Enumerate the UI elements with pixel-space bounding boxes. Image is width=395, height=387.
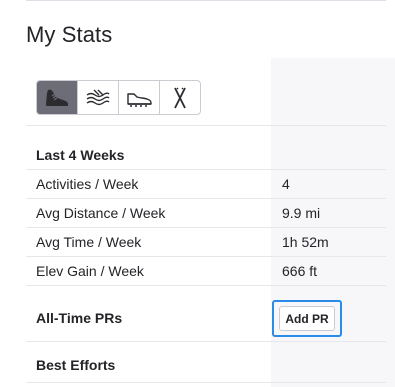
sport-tab-ski[interactable] [160, 81, 200, 114]
run-shoe-icon [46, 89, 68, 106]
stat-value-avg-time: 1h 52m [282, 234, 329, 250]
divider [26, 285, 386, 286]
sport-tab-ride[interactable] [119, 81, 160, 114]
stat-label-activities: Activities / Week [36, 176, 139, 192]
ski-icon [174, 87, 186, 108]
top-divider [26, 0, 386, 1]
ride-shoe-icon [127, 92, 152, 107]
divider [26, 169, 386, 170]
value-column-background [271, 58, 395, 387]
page-title: My Stats [26, 22, 113, 47]
divider [26, 341, 386, 342]
stat-value-avg-distance: 9.9 mi [282, 205, 321, 221]
stat-label-avg-distance: Avg Distance / Week [36, 205, 166, 221]
stat-label-avg-time: Avg Time / Week [36, 234, 142, 250]
stat-label-elev-gain: Elev Gain / Week [36, 263, 144, 279]
divider [26, 125, 386, 126]
divider [26, 382, 386, 383]
section-heading-all-time-prs: All-Time PRs [36, 310, 123, 326]
section-heading-last-4-weeks: Last 4 Weeks [36, 147, 125, 163]
divider [26, 198, 386, 199]
stat-value-activities: 4 [282, 176, 290, 192]
sport-tab-swim[interactable] [78, 81, 119, 114]
swim-icon [86, 89, 110, 105]
section-heading-best-efforts: Best Efforts [36, 357, 116, 373]
sport-tab-run[interactable] [37, 81, 78, 114]
stat-value-elev-gain: 666 ft [282, 263, 318, 279]
add-pr-button[interactable]: Add PR [279, 306, 335, 331]
divider [26, 227, 386, 228]
divider [26, 256, 386, 257]
sport-type-toggle [36, 80, 201, 115]
